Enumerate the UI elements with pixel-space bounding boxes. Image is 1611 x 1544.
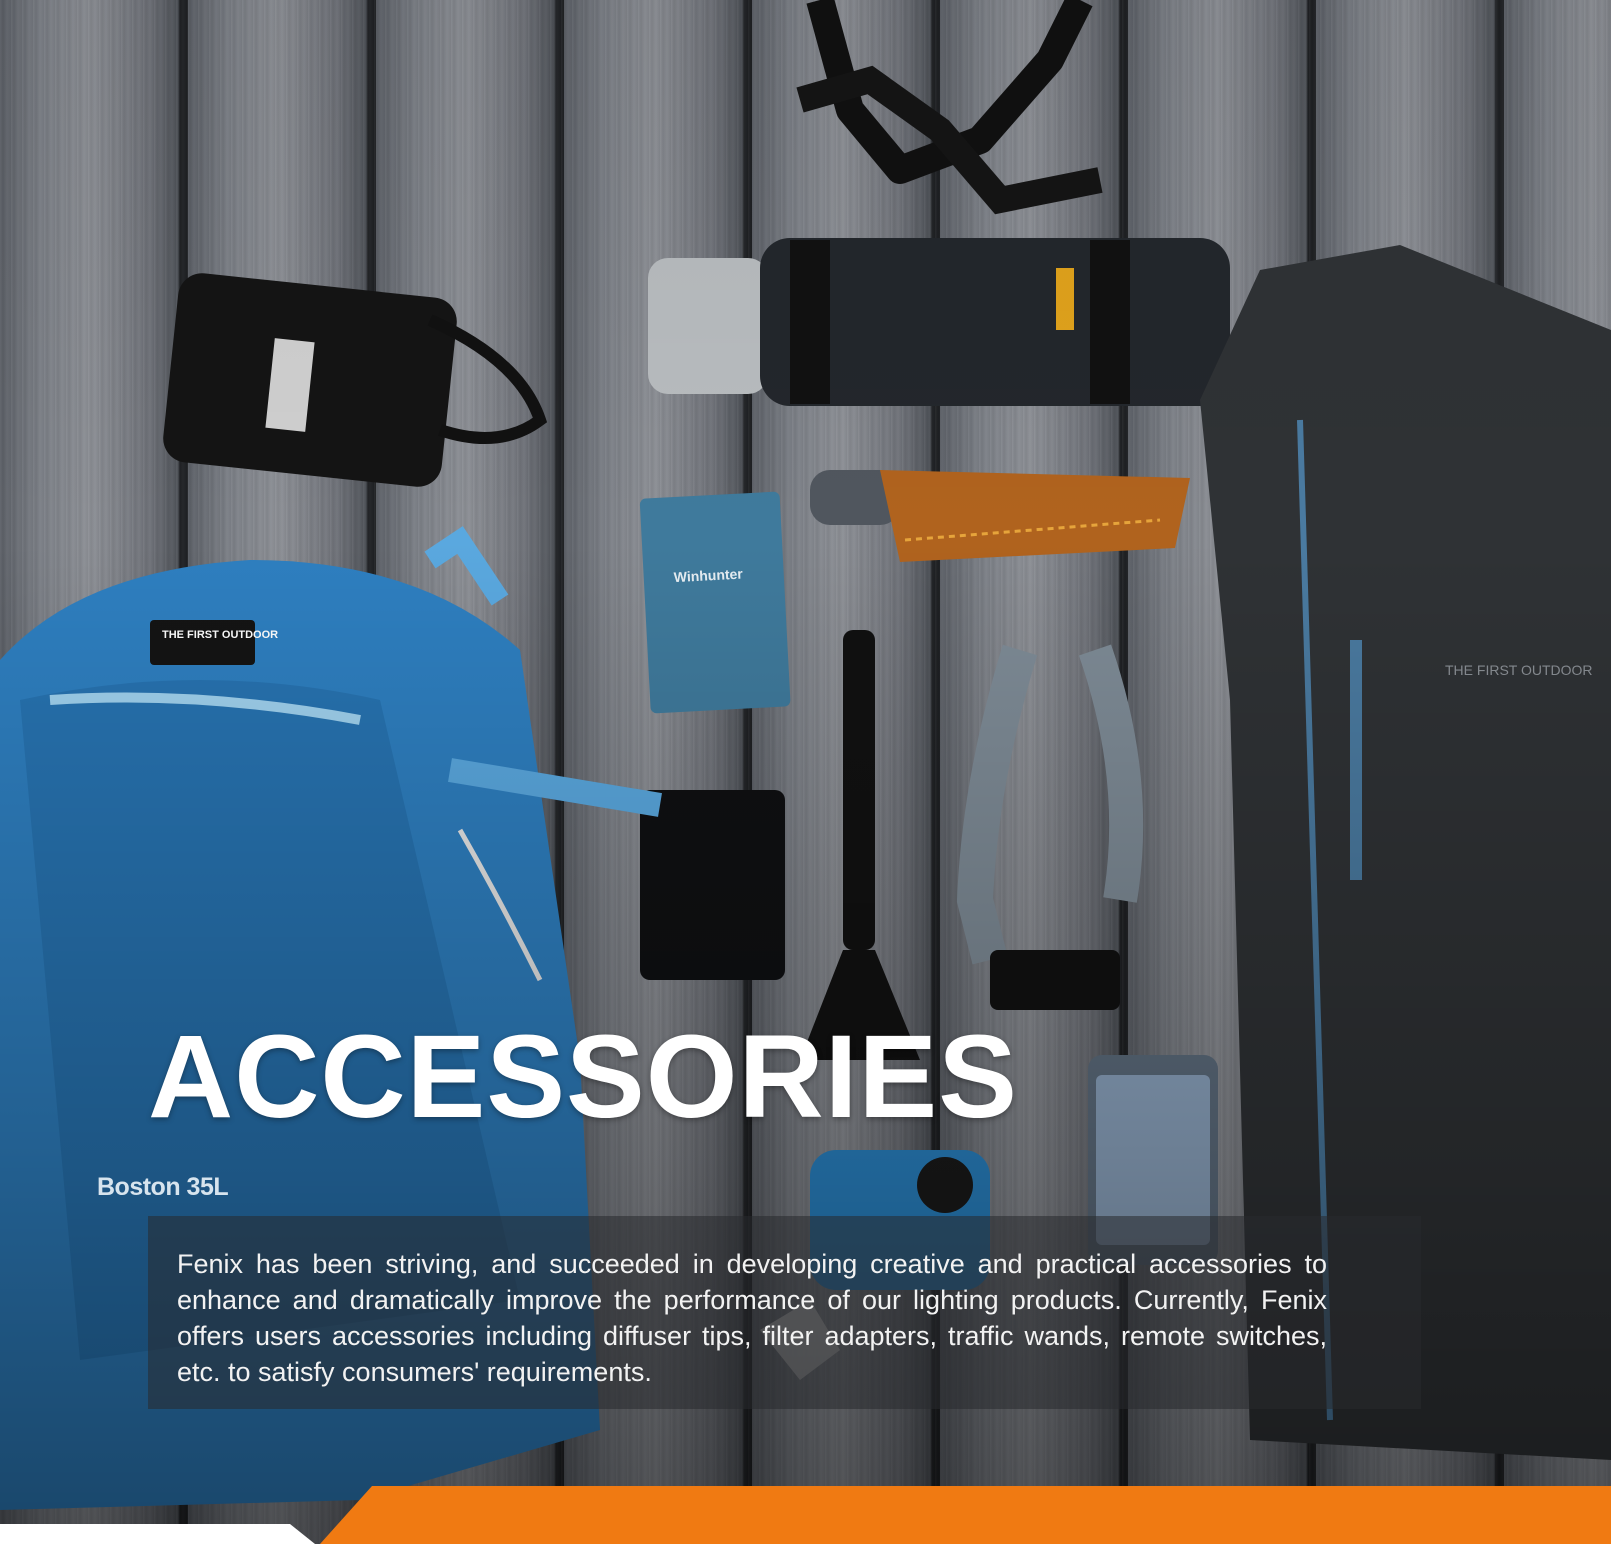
backpack-label: Boston 35L	[97, 1173, 229, 1201]
footer-accent-band	[0, 1486, 1611, 1544]
page-title: ACCESSORIES	[148, 1011, 1018, 1143]
description-text: Fenix has been striving, and succeeded i…	[177, 1249, 1327, 1387]
footer-white-tab	[0, 1524, 315, 1544]
description-panel: Fenix has been striving, and succeeded i…	[148, 1216, 1421, 1409]
accessories-hero: THE FIRST OUTDOOR Winhunter THE FIRST OU…	[0, 0, 1611, 1544]
footer-orange-band	[320, 1486, 1611, 1544]
